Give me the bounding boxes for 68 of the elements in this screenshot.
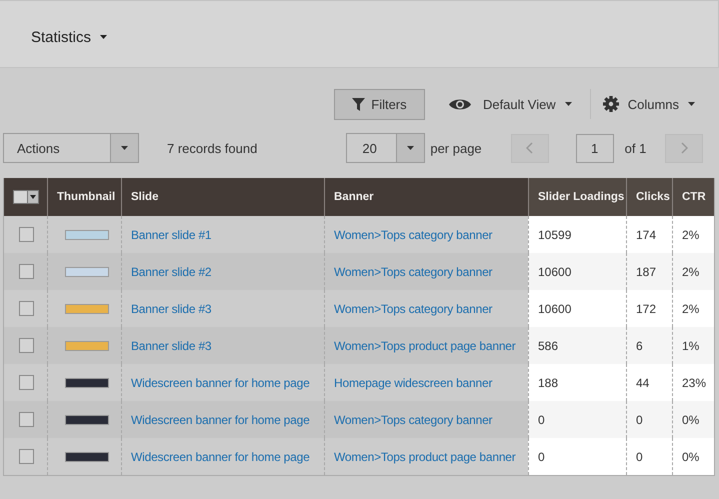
row-checkbox[interactable]: [19, 449, 34, 464]
slide-link[interactable]: Banner slide #1: [131, 228, 212, 242]
row-checkbox[interactable]: [19, 338, 34, 353]
per-page-label: per page: [430, 140, 482, 156]
table-cell: 2%: [682, 302, 700, 316]
column-header[interactable]: CTR: [672, 178, 714, 216]
banner-link[interactable]: Women>Tops category banner: [334, 302, 492, 316]
table-cell: 0: [636, 450, 643, 464]
row-checkbox[interactable]: [19, 375, 34, 390]
chevron-right-icon: [680, 142, 688, 154]
view-dropdown[interactable]: Default View: [448, 96, 572, 112]
next-page-button[interactable]: [665, 134, 704, 162]
table-cell: 10600: [538, 264, 572, 278]
table-cell: 23%: [682, 376, 706, 390]
column-header[interactable]: Banner: [324, 178, 528, 216]
caret-icon: [688, 102, 695, 106]
actions-dropdown[interactable]: Actions: [3, 133, 139, 163]
table-cell: 2%: [682, 228, 700, 242]
table-cell: 6: [636, 338, 643, 352]
table-cell: 187: [636, 264, 656, 278]
column-header[interactable]: Clicks: [626, 178, 672, 216]
records-count: 7 records found: [167, 140, 258, 156]
table-cell: 1%: [682, 338, 700, 352]
banner-link[interactable]: Homepage widescreen banner: [334, 376, 492, 390]
gear-icon: [602, 96, 619, 112]
column-header[interactable]: Slide: [121, 178, 324, 216]
table-cell: 44: [636, 376, 650, 390]
table-cell: 0%: [682, 412, 700, 426]
page-number-field[interactable]: 1: [576, 134, 614, 162]
caret-icon: [100, 35, 108, 39]
table-cell: 0: [636, 412, 643, 426]
banner-link[interactable]: Women>Tops product page banner: [334, 450, 516, 464]
per-page-dropdown[interactable]: 20: [346, 133, 426, 163]
row-checkbox[interactable]: [19, 412, 34, 427]
table-cell: 10600: [538, 302, 572, 316]
table-cell: 0: [538, 412, 545, 426]
table-cell: 0%: [682, 450, 700, 464]
slide-link[interactable]: Banner slide #3: [131, 302, 212, 316]
caret-icon: [407, 146, 414, 150]
slide-link[interactable]: Banner slide #3: [131, 338, 212, 352]
table-cell: 0: [538, 450, 545, 464]
page-total: of 1: [624, 140, 646, 156]
table-cell: 10599: [538, 228, 572, 242]
row-checkbox[interactable]: [19, 264, 34, 279]
row-checkbox[interactable]: [19, 227, 34, 242]
mass-select-control[interactable]: [12, 190, 38, 204]
filters-button[interactable]: Filters: [334, 88, 425, 120]
filter-icon: [352, 98, 366, 110]
table-cell: 174: [636, 228, 656, 242]
slide-link[interactable]: Banner slide #2: [131, 264, 212, 278]
slide-link[interactable]: Widescreen banner for home page: [131, 376, 310, 390]
previous-page-button[interactable]: [510, 134, 549, 162]
table-cell: 2%: [682, 264, 700, 278]
statistics-dropdown[interactable]: Statistics: [31, 28, 108, 46]
banner-link[interactable]: Women>Tops category banner: [334, 228, 492, 242]
columns-dropdown[interactable]: Columns: [602, 96, 695, 112]
table-cell: 172: [636, 302, 656, 316]
column-header[interactable]: Thumbnail: [47, 178, 121, 216]
column-header[interactable]: Slider Loadings: [528, 178, 626, 216]
caret-icon: [121, 146, 128, 150]
chevron-left-icon: [526, 142, 534, 154]
caret-icon: [564, 102, 572, 106]
row-checkbox[interactable]: [19, 301, 34, 316]
table-cell: 586: [538, 338, 558, 352]
table-cell: 188: [538, 376, 558, 390]
eye-icon: [448, 98, 471, 110]
slide-link[interactable]: Widescreen banner for home page: [131, 450, 310, 464]
caret-icon: [30, 195, 36, 199]
